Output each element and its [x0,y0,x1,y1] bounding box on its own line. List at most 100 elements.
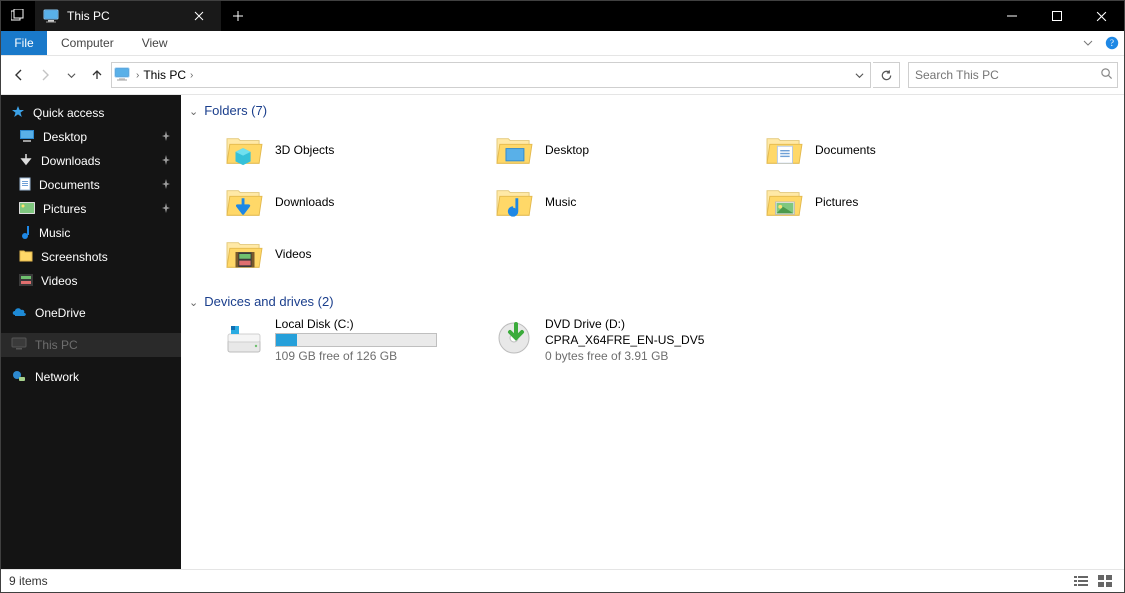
drive-item-local-disk-c-[interactable]: Local Disk (C:) 109 GB free of 126 GB [223,317,493,363]
chevron-right-icon: › [136,70,139,81]
hdd-icon [223,317,265,359]
sidebar-quick-access[interactable]: Quick access [1,101,181,125]
new-tab-button[interactable] [221,1,255,31]
breadcrumb-segment[interactable]: This PC [143,68,186,82]
downloads-icon [19,153,33,170]
drive-usage-bar [275,333,437,347]
sidebar-item-label: This PC [35,338,78,352]
drive-item-dvd-drive-d-[interactable]: DVD Drive (D:)CPRA_X64FRE_EN-US_DV50 byt… [493,317,763,363]
sidebar-item-label: Music [39,226,70,240]
sidebar-item-label: OneDrive [35,306,86,320]
sidebar-item-desktop[interactable]: Desktop [1,125,181,149]
breadcrumb[interactable]: › This PC › [134,68,195,82]
drive-free-text: 0 bytes free of 3.91 GB [545,349,704,363]
group-header-drives[interactable]: ⌄ Devices and drives (2) [183,292,1124,311]
network-icon [11,369,27,386]
multitask-icon[interactable] [1,1,35,31]
ribbon: File Computer View ? [1,31,1124,56]
search-icon [1100,67,1113,83]
sidebar-item-label: Network [35,370,79,384]
tab-close-button[interactable] [185,11,213,21]
status-bar: 9 items [1,569,1124,592]
drive-free-text: 109 GB free of 126 GB [275,349,437,363]
search-box[interactable] [908,62,1118,88]
folder-label: Videos [275,247,311,261]
folder-item-desktop[interactable]: Desktop [493,126,763,174]
documents-folder-icon [763,129,805,171]
sidebar-item-pictures[interactable]: Pictures [1,197,181,221]
sidebar-item-label: Videos [41,274,77,288]
sidebar-item-videos[interactable]: Videos [1,269,181,293]
pictures-folder-icon [763,181,805,223]
address-bar[interactable]: › This PC › [111,62,871,88]
file-menu[interactable]: File [1,31,47,55]
tab-this-pc[interactable]: This PC [35,1,221,31]
folder-icon [19,250,33,265]
titlebar: This PC [1,1,1124,31]
pin-icon [161,202,171,216]
pin-icon [161,154,171,168]
sidebar-item-label: Quick access [33,106,104,120]
group-title: Folders (7) [204,103,267,118]
folder-label: Pictures [815,195,858,209]
folder-item-documents[interactable]: Documents [763,126,1033,174]
folder-item-music[interactable]: Music [493,178,763,226]
sidebar-item-music[interactable]: Music [1,221,181,245]
dvd-icon [493,317,535,359]
help-button[interactable]: ? [1100,31,1124,55]
navigation-bar: › This PC › [1,56,1124,95]
music-icon [19,225,31,242]
desktop-folder-icon [493,129,535,171]
status-text: 9 items [9,574,48,588]
pin-icon [161,178,171,192]
sidebar-item-documents[interactable]: Documents [1,173,181,197]
folder-item-pictures[interactable]: Pictures [763,178,1033,226]
group-title: Devices and drives (2) [204,294,333,309]
maximize-button[interactable] [1034,1,1079,31]
folder-item-3d-objects[interactable]: 3D Objects [223,126,493,174]
refresh-button[interactable] [873,62,900,88]
sidebar-item-screenshots[interactable]: Screenshots [1,245,181,269]
tab-title: This PC [67,9,177,23]
group-header-folders[interactable]: ⌄ Folders (7) [183,101,1124,120]
sidebar-item-label: Desktop [43,130,87,144]
recent-locations-button[interactable] [59,63,83,87]
folder-label: Downloads [275,195,334,209]
svg-text:?: ? [1110,38,1114,48]
chevron-down-icon: ⌄ [189,105,198,118]
explorer-window: This PC File Computer View ? [0,0,1125,593]
chevron-down-icon: ⌄ [189,296,198,309]
large-icons-view-button[interactable] [1094,572,1116,590]
videos-folder-icon [223,233,265,275]
sidebar-this-pc[interactable]: This PC [1,333,181,357]
folder-label: Desktop [545,143,589,157]
drive-label: Local Disk (C:) [275,317,437,331]
sidebar-item-label: Downloads [41,154,100,168]
up-button[interactable] [85,63,109,87]
pictures-icon [19,202,35,217]
downloads-folder-icon [223,181,265,223]
address-history-button[interactable] [850,71,868,80]
sidebar-network[interactable]: Network [1,365,181,389]
sidebar-onedrive[interactable]: OneDrive [1,301,181,325]
folder-item-downloads[interactable]: Downloads [223,178,493,226]
sidebar-item-label: Pictures [43,202,86,216]
this-pc-icon [43,9,59,23]
desktop-icon [19,129,35,146]
videos-icon [19,274,33,289]
ribbon-tab-computer[interactable]: Computer [47,31,128,55]
folder-item-videos[interactable]: Videos [223,230,493,278]
folder-label: 3D Objects [275,143,334,157]
back-button[interactable] [7,63,31,87]
ribbon-tab-view[interactable]: View [128,31,182,55]
minimize-button[interactable] [989,1,1034,31]
close-window-button[interactable] [1079,1,1124,31]
music-folder-icon [493,181,535,223]
forward-button[interactable] [33,63,57,87]
details-view-button[interactable] [1070,572,1092,590]
sidebar-item-downloads[interactable]: Downloads [1,149,181,173]
search-input[interactable] [913,67,1100,83]
sidebar-item-label: Documents [39,178,100,192]
chevron-right-icon: › [190,70,193,81]
ribbon-expand-button[interactable] [1076,31,1100,55]
